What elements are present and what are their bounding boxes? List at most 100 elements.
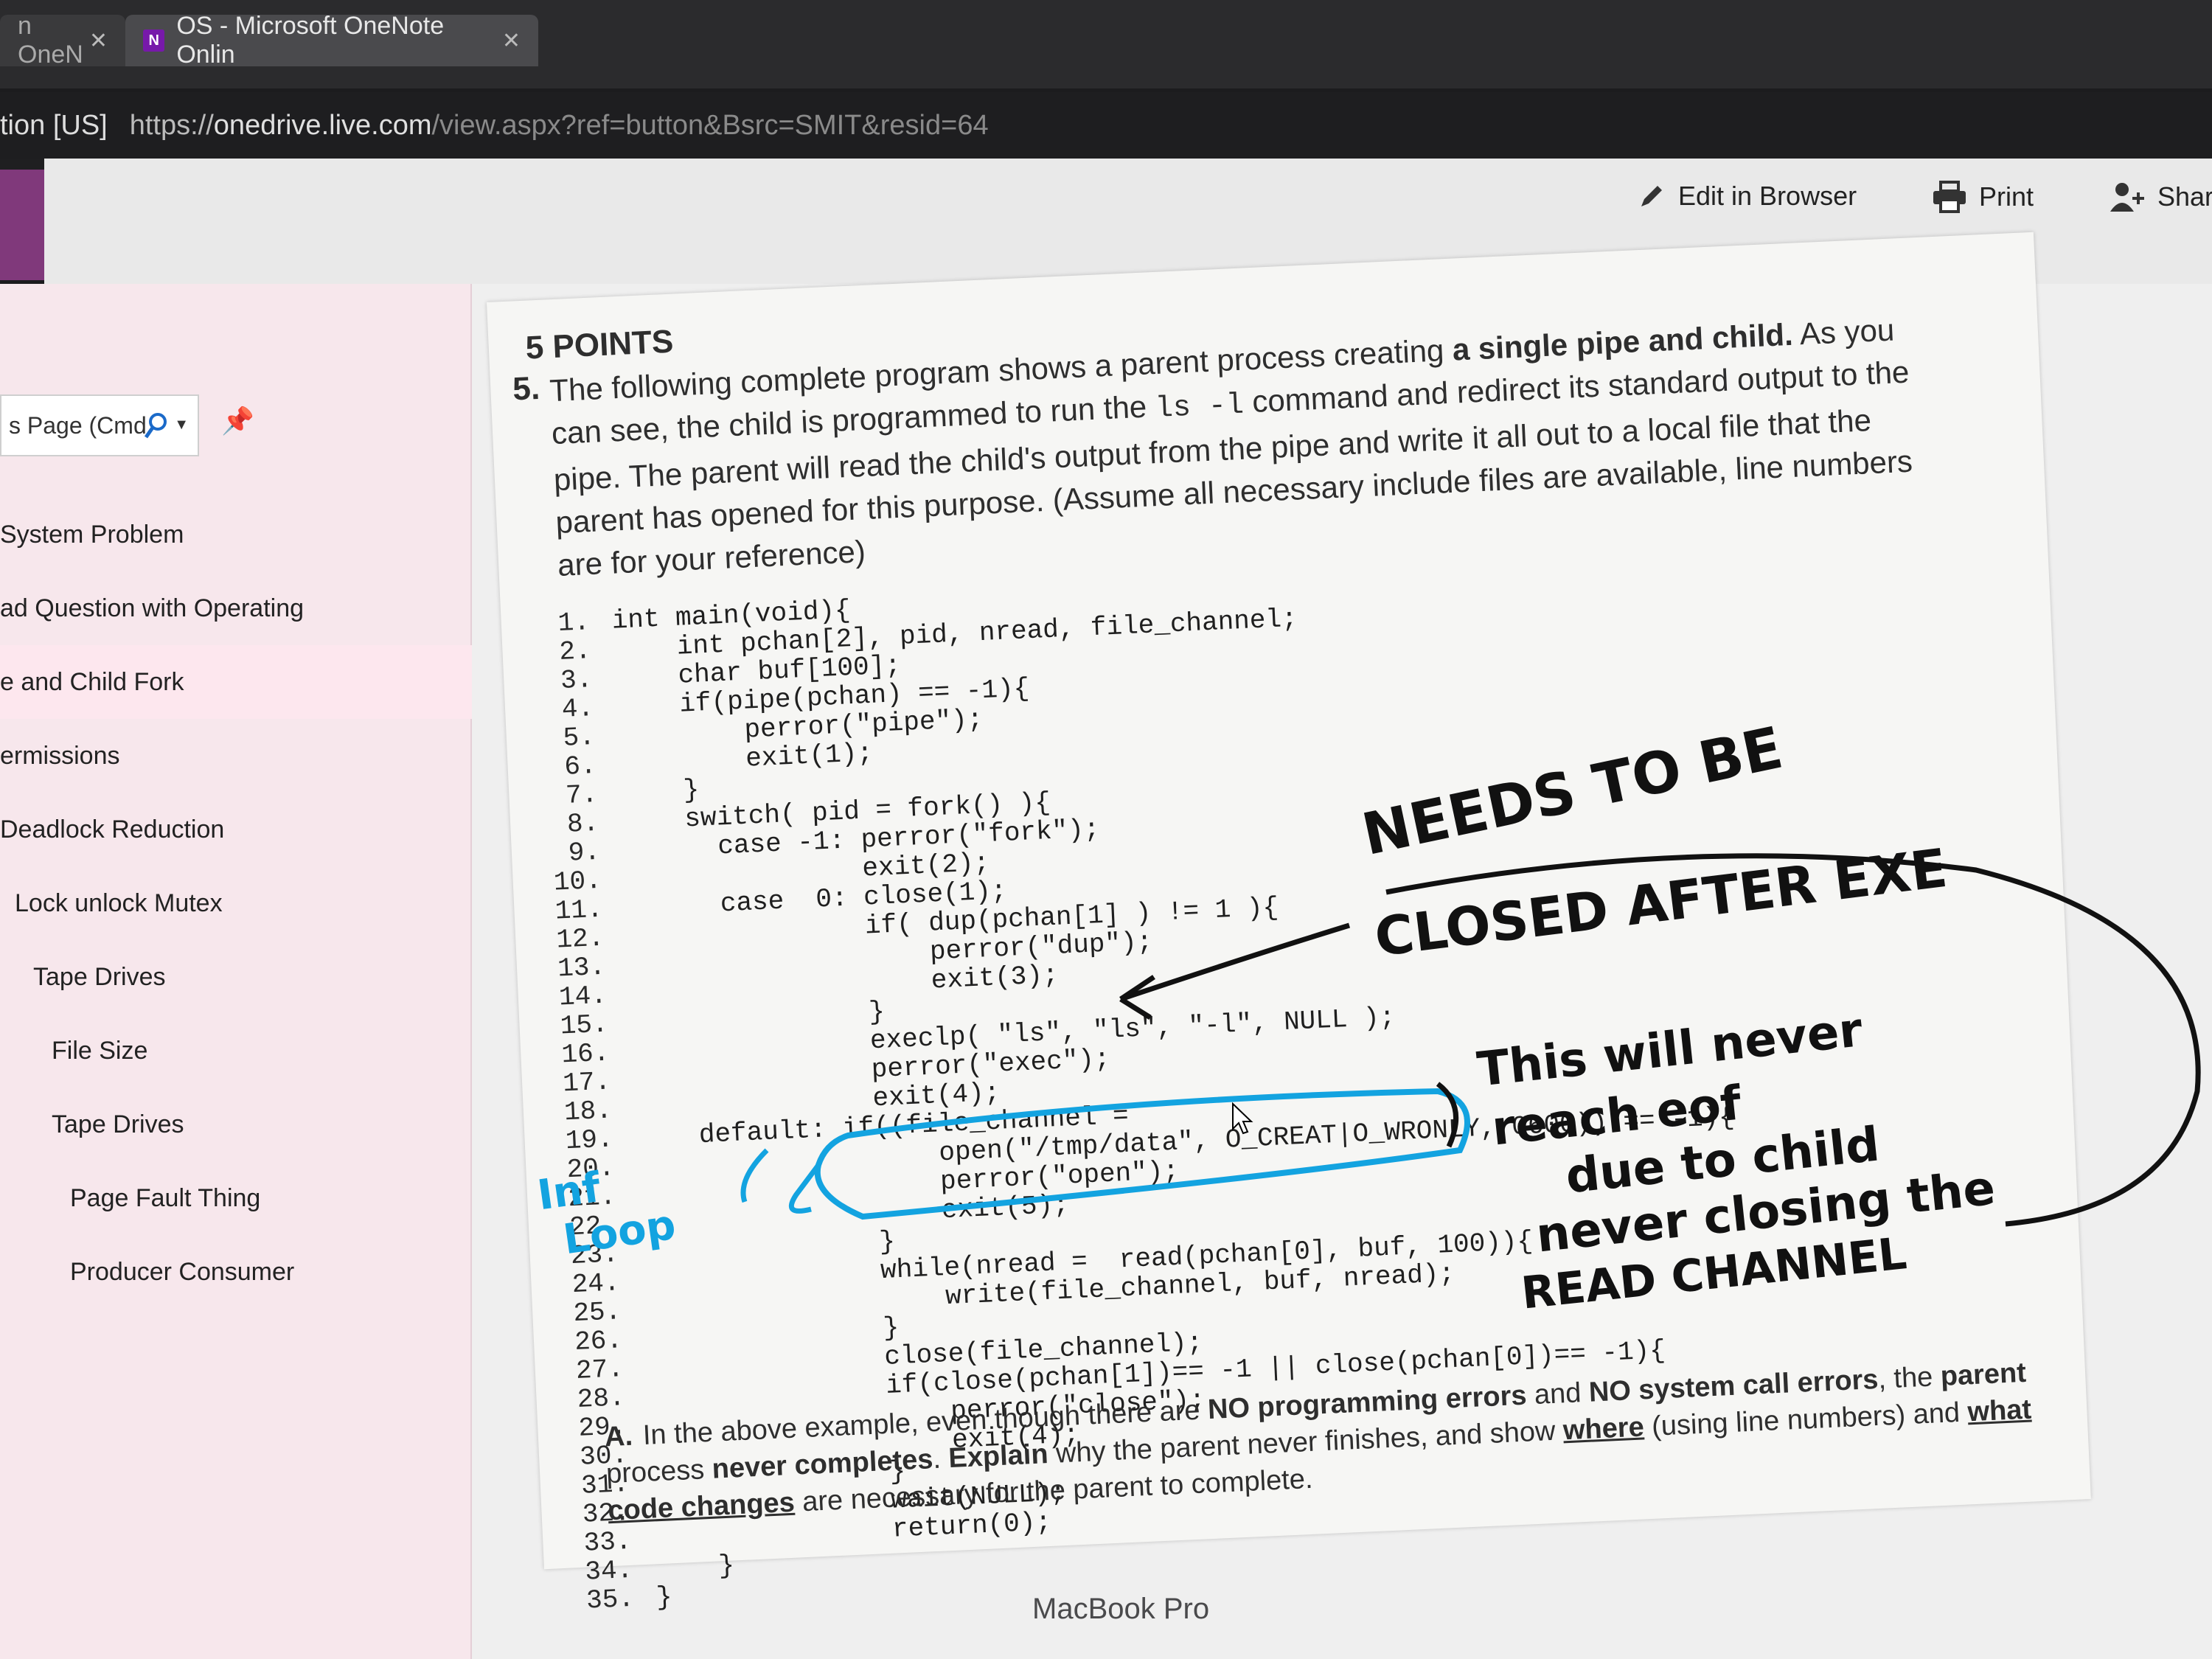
line-number: 19. xyxy=(564,1124,614,1157)
page-item-label: ad Question with Operating xyxy=(0,594,305,622)
close-tab-icon[interactable]: ✕ xyxy=(89,28,108,54)
page-item-label: Page Fault Thing xyxy=(70,1183,261,1212)
site-identity[interactable]: tion [US] xyxy=(0,110,108,142)
line-number: 8. xyxy=(566,807,600,840)
line-number: 33. xyxy=(582,1526,633,1559)
page-item[interactable]: ermissions xyxy=(0,719,472,793)
line-number: 26. xyxy=(574,1325,623,1358)
edit-label: Edit in Browser xyxy=(1678,181,1857,211)
line-number: 16. xyxy=(560,1037,611,1071)
points-heading: 5 POINTS xyxy=(524,323,675,366)
pin-icon[interactable]: 📌 xyxy=(221,406,254,437)
line-number: 10. xyxy=(553,865,602,898)
close-tab-icon[interactable]: ✕ xyxy=(502,28,521,54)
browser-tab-strip: n OneN ✕ N OS - Microsoft OneNote Onlin … xyxy=(0,0,2212,88)
print-label: Print xyxy=(1979,181,2034,212)
part-a-bold: never completes xyxy=(711,1444,934,1485)
url-host: onedrive.live.com xyxy=(213,109,432,141)
page-item[interactable]: Deadlock Reduction xyxy=(0,793,472,866)
app-accent-strip xyxy=(0,170,44,280)
share-label: Share xyxy=(2157,181,2212,212)
part-a-text: (using line numbers) and xyxy=(1643,1397,1969,1443)
search-placeholder: s Page (Cmd xyxy=(9,411,147,439)
line-number: 12. xyxy=(555,922,605,956)
line-number: 5. xyxy=(562,721,596,754)
line-number: 24. xyxy=(571,1267,621,1301)
page-item-label: e and Child Fork xyxy=(0,667,184,696)
question-text: The following complete program shows a p… xyxy=(549,306,1958,587)
part-a-text: process xyxy=(605,1453,713,1490)
part-a-underline: where xyxy=(1562,1411,1645,1447)
address-bar[interactable]: tion [US] https://onedrive.live.com/view… xyxy=(0,92,2212,159)
url-scheme: https:// xyxy=(129,109,214,141)
part-a-label: A. xyxy=(604,1420,633,1453)
page-item[interactable]: Producer Consumer xyxy=(0,1235,472,1309)
line-number: 34. xyxy=(584,1554,634,1587)
page-item-label: ermissions xyxy=(0,741,120,770)
mouse-pointer-icon xyxy=(1232,1102,1253,1135)
browser-tab-onenote[interactable]: n OneN ✕ xyxy=(0,12,125,69)
url-field[interactable]: https://onedrive.live.com/view.aspx?ref=… xyxy=(130,110,989,142)
line-number: 14. xyxy=(558,980,608,1013)
chevron-down-icon[interactable]: ▼ xyxy=(174,417,189,434)
page-item[interactable]: Tape Drives xyxy=(0,940,472,1014)
add-person-icon xyxy=(2110,183,2144,212)
line-number: 11. xyxy=(554,894,604,927)
line-number: 27. xyxy=(575,1354,625,1386)
part-a-bold: parent xyxy=(1939,1357,2027,1393)
line-number: 2. xyxy=(558,636,592,668)
url-path: /view.aspx?ref=button&Bsrc=SMIT&resid=64 xyxy=(431,109,989,141)
pencil-icon xyxy=(1641,186,1662,206)
line-number: 3. xyxy=(560,664,594,696)
part-a-bold: Explain xyxy=(947,1439,1049,1475)
device-label: MacBook Pro xyxy=(1032,1593,1210,1625)
tab-label: n OneN xyxy=(18,12,83,69)
page-list-pane: s Page (Cmd ▼ 📌 System Problem ad Questi… xyxy=(0,284,472,1659)
printer-icon xyxy=(1933,181,1966,213)
page-item-label: Tape Drives xyxy=(52,1110,184,1138)
print-button[interactable]: Print xyxy=(1932,181,2034,213)
edit-in-browser-button[interactable]: Edit in Browser xyxy=(1637,181,1857,212)
tab-label: OS - Microsoft OneNote Onlin xyxy=(176,12,445,69)
line-number: 4. xyxy=(561,693,595,725)
page-item[interactable]: Page Fault Thing xyxy=(0,1161,472,1235)
question-text-bold: a single pipe and child. xyxy=(1451,316,1794,367)
part-a-text: and xyxy=(1526,1377,1590,1411)
line-number: 9. xyxy=(567,836,601,869)
page-item[interactable]: Lock unlock Mutex xyxy=(0,866,472,940)
code-text: } xyxy=(655,1582,673,1613)
page-item-selected[interactable]: e and Child Fork xyxy=(0,645,472,719)
page-list: System Problem ad Question with Operatin… xyxy=(0,498,472,1309)
browser-tab-os[interactable]: N OS - Microsoft OneNote Onlin ✕ xyxy=(125,12,538,69)
line-number: 1. xyxy=(557,607,591,639)
line-number: 35. xyxy=(585,1583,635,1616)
page-item-label: Deadlock Reduction xyxy=(0,815,225,844)
line-number: 17. xyxy=(562,1066,612,1099)
question-number: 5. xyxy=(512,369,541,408)
search-pages-input[interactable]: s Page (Cmd ▼ xyxy=(0,394,199,456)
page-item-label: Producer Consumer xyxy=(70,1257,295,1286)
line-number: 25. xyxy=(572,1296,622,1329)
part-a-text: , the xyxy=(1877,1361,1941,1395)
page-item[interactable]: File Size xyxy=(0,1014,472,1088)
page-item[interactable]: Tape Drives xyxy=(0,1088,472,1161)
page-item[interactable]: System Problem xyxy=(0,498,472,571)
part-a-text: . xyxy=(932,1443,950,1475)
page-item-label: Tape Drives xyxy=(33,962,166,991)
line-number: 13. xyxy=(557,951,606,984)
share-button[interactable]: Share xyxy=(2109,181,2212,213)
line-number: 6. xyxy=(563,750,597,782)
line-number: 15. xyxy=(559,1009,609,1042)
page-item-label: File Size xyxy=(52,1036,148,1065)
line-number: 28. xyxy=(576,1382,626,1415)
code-text: } xyxy=(619,774,700,809)
code-text: } xyxy=(654,1550,736,1585)
search-icon[interactable] xyxy=(143,412,168,440)
command-text: ls -l xyxy=(1154,389,1245,426)
line-number: 7. xyxy=(565,779,599,811)
page-item[interactable]: ad Question with Operating xyxy=(0,571,472,645)
page-item-label: System Problem xyxy=(0,520,184,549)
line-number: 18. xyxy=(563,1095,613,1128)
page-item-label: Lock unlock Mutex xyxy=(15,888,223,917)
onenote-logo-icon: N xyxy=(143,29,165,52)
